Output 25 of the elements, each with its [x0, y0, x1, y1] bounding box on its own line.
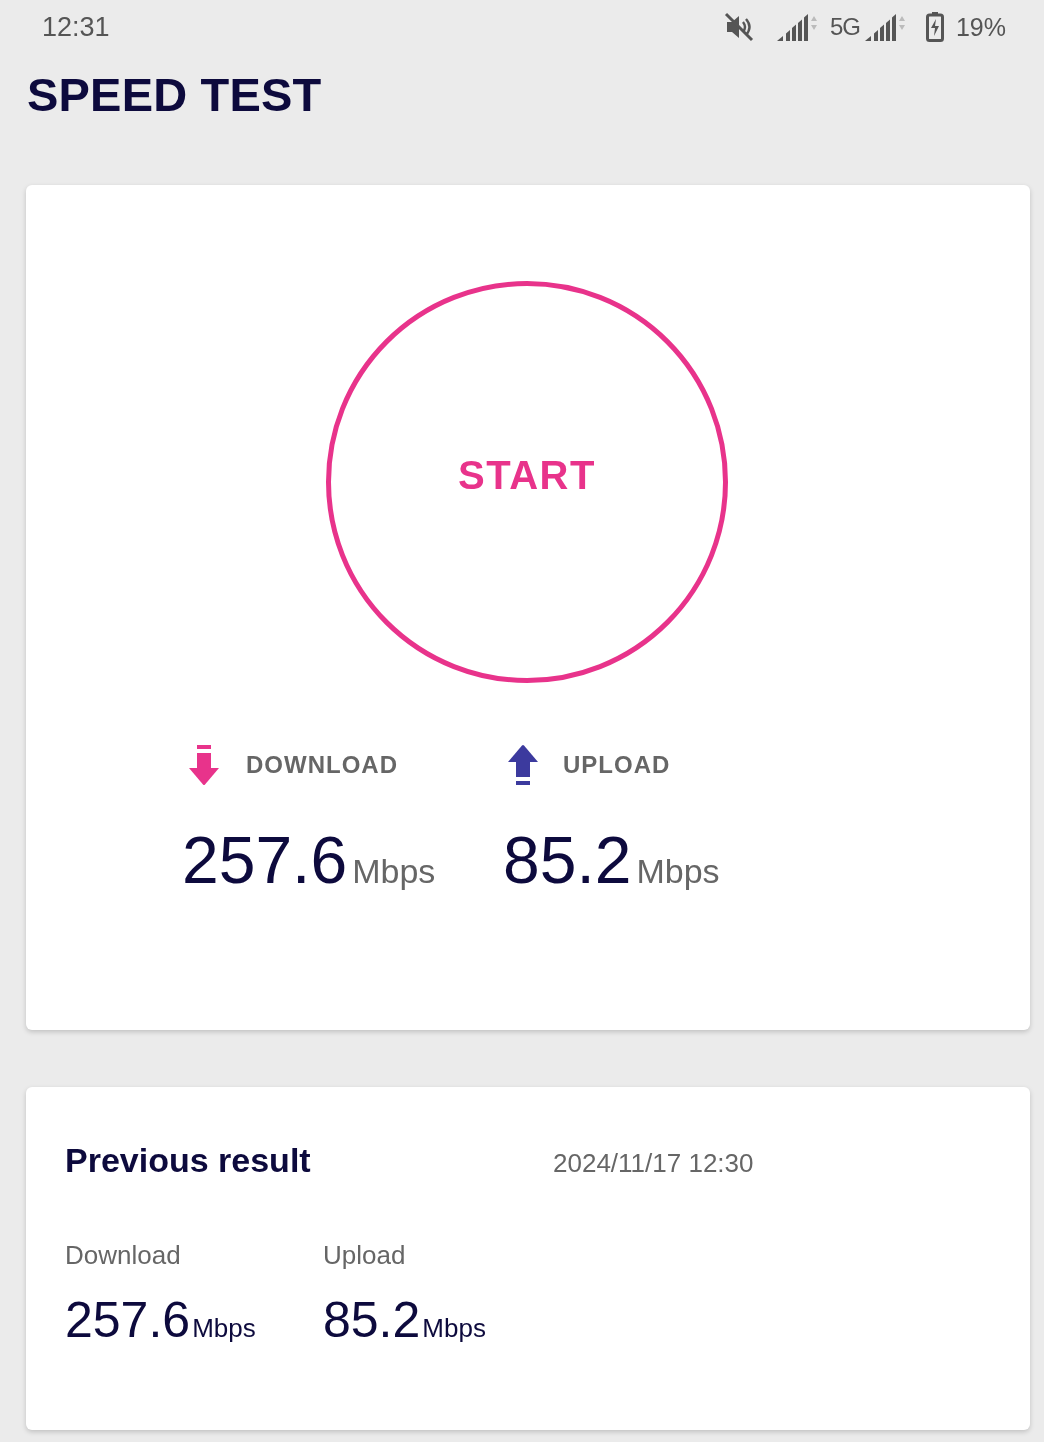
- network-type: 5G: [829, 13, 860, 41]
- battery-level: 19%: [955, 12, 1006, 42]
- mute-icon: [723, 12, 754, 42]
- metric-label: Download: [65, 1239, 181, 1271]
- speed-unit: Mbps: [636, 854, 720, 888]
- metric-label: DOWNLOAD: [246, 751, 398, 779]
- metric-label: UPLOAD: [563, 751, 671, 779]
- speed-unit: Mbps: [192, 1315, 256, 1341]
- speed-value: 257.6: [182, 827, 348, 893]
- signal-icon: [863, 12, 908, 42]
- speed-value: 85.2: [503, 827, 632, 893]
- start-button[interactable]: START: [326, 281, 728, 683]
- download-arrow-icon: [189, 745, 219, 785]
- signal-icon: [775, 12, 820, 42]
- upload-arrow-icon: [508, 745, 538, 785]
- speed-value: 85.2: [323, 1295, 421, 1345]
- metric-label: Upload: [323, 1239, 406, 1271]
- page-title: SPEED TEST: [27, 67, 322, 123]
- speed-unit: Mbps: [352, 854, 436, 888]
- status-time: 12:31: [42, 11, 110, 43]
- test-date: 2024/11/17 12:30: [553, 1148, 754, 1180]
- battery-charging-icon: [925, 12, 944, 42]
- section-title: Previous result: [65, 1140, 311, 1181]
- speed-value: 257.6: [65, 1295, 191, 1345]
- speed-unit: Mbps: [422, 1315, 486, 1341]
